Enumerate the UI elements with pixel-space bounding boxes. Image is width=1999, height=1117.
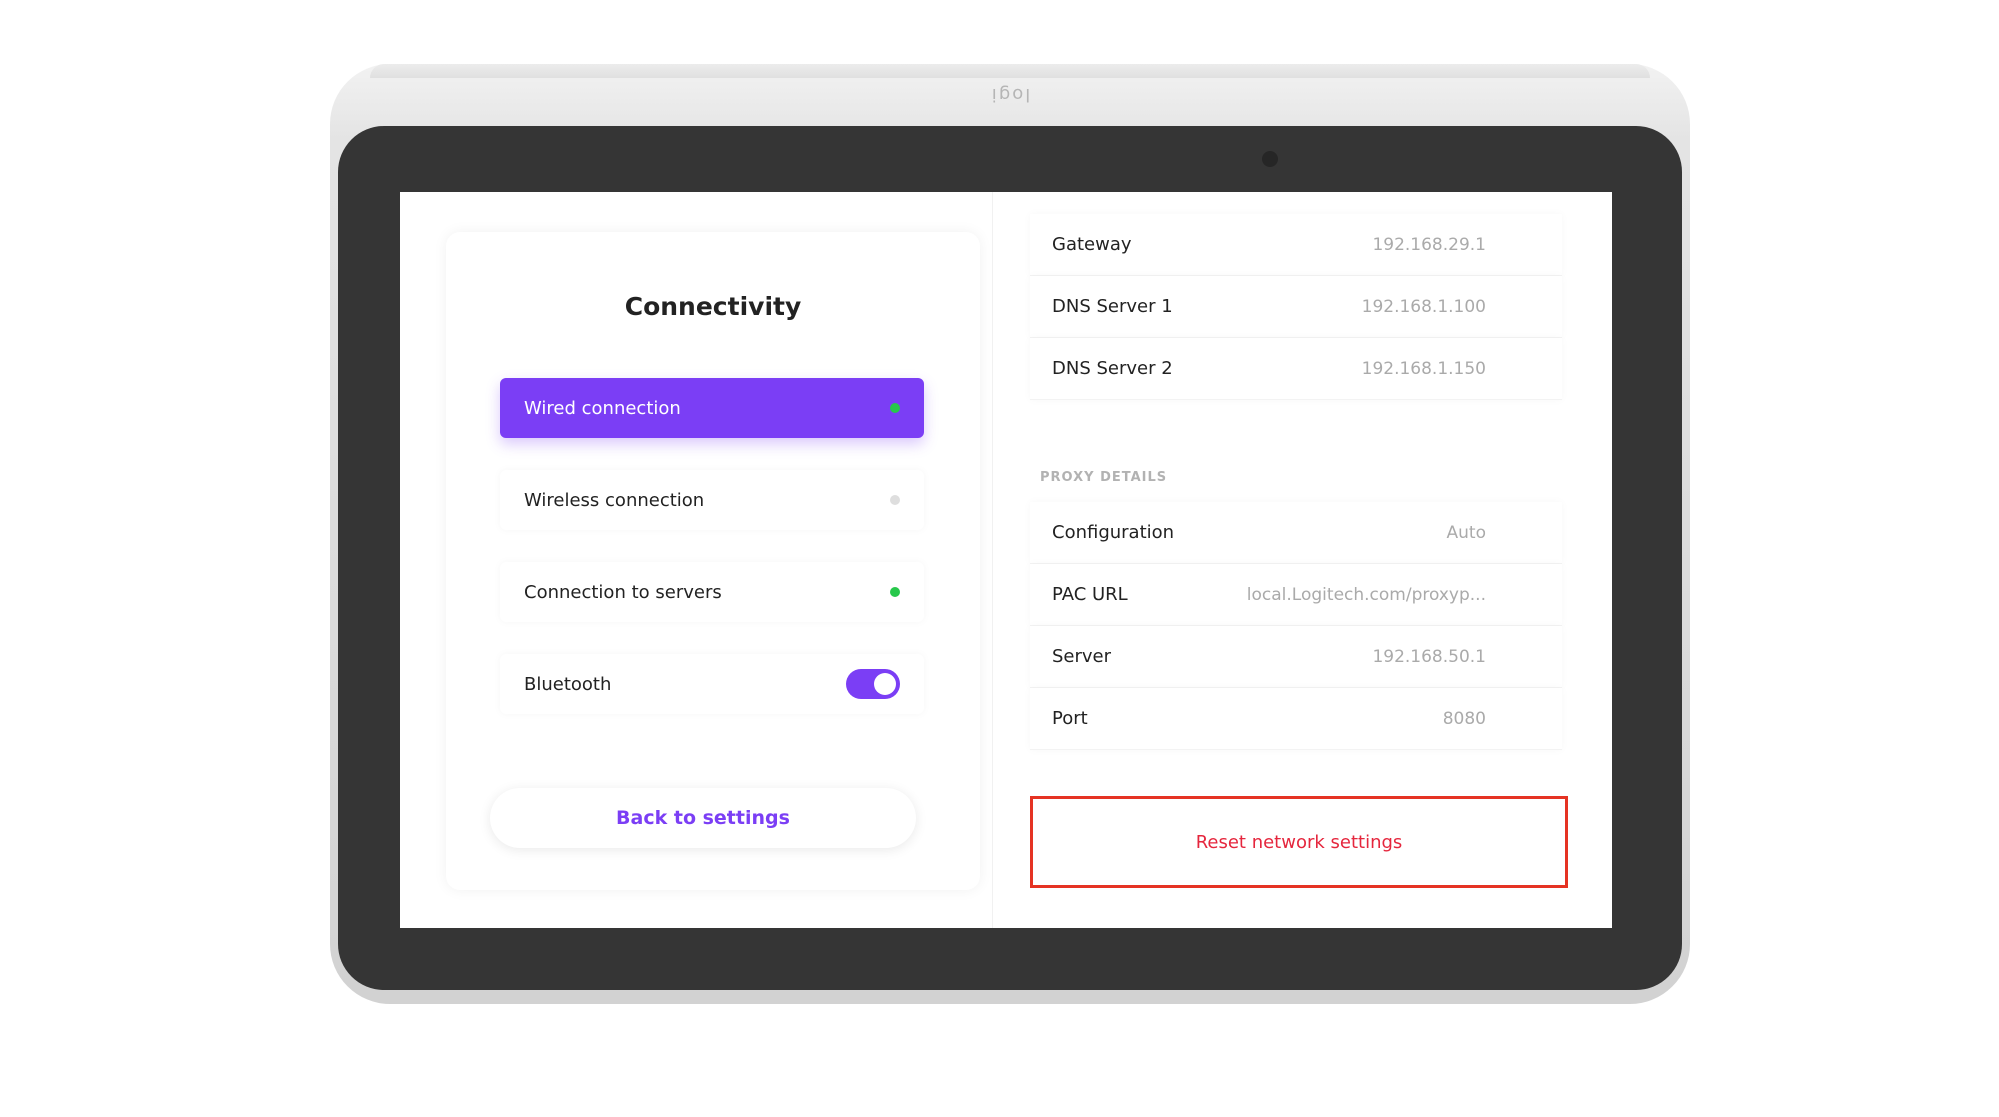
row-server: Server 192.168.50.1: [1030, 626, 1562, 688]
device-frame: logi Connectivity Wired connection Wirel…: [330, 64, 1690, 1004]
row-dns-server-2: DNS Server 2 192.168.1.150: [1030, 338, 1562, 400]
status-dot-icon: [890, 495, 900, 505]
section-label-proxy-details: PROXY DETAILS: [1040, 470, 1168, 485]
reset-network-settings-label: Reset network settings: [1195, 831, 1403, 853]
bluetooth-toggle[interactable]: [846, 669, 900, 699]
menu-item-label: Bluetooth: [524, 673, 612, 695]
row-value: 192.168.1.150: [1361, 358, 1486, 379]
menu-item-label: Wireless connection: [524, 489, 705, 511]
toggle-knob: [874, 673, 896, 695]
menu-item-bluetooth: Bluetooth: [500, 654, 924, 714]
row-pac-url: PAC URL local.Logitech.com/proxyp...: [1030, 564, 1562, 626]
panel-divider: [992, 192, 993, 928]
row-label: DNS Server 1: [1052, 296, 1173, 317]
row-value: 192.168.29.1: [1372, 234, 1486, 255]
page-title: Connectivity: [624, 292, 802, 321]
row-label: Server: [1052, 646, 1112, 667]
row-label: DNS Server 2: [1052, 358, 1173, 379]
row-dns-server-1: DNS Server 1 192.168.1.100: [1030, 276, 1562, 338]
row-label: Port: [1052, 708, 1088, 729]
device-screen: Connectivity Wired connection Wireless c…: [400, 192, 1612, 928]
menu-item-wired-connection[interactable]: Wired connection: [500, 378, 924, 438]
row-label: Configuration: [1052, 522, 1175, 543]
screen-bezel: Connectivity Wired connection Wireless c…: [338, 126, 1682, 990]
row-value: 192.168.1.100: [1361, 296, 1486, 317]
status-dot-icon: [890, 587, 900, 597]
row-gateway: Gateway 192.168.29.1: [1030, 214, 1562, 276]
row-label: PAC URL: [1052, 584, 1128, 605]
device-top-edge: [370, 64, 1650, 78]
camera-icon: [1262, 151, 1278, 167]
menu-item-wireless-connection[interactable]: Wireless connection: [500, 470, 924, 530]
row-value: 192.168.50.1: [1372, 646, 1486, 667]
menu-item-label: Connection to servers: [524, 581, 722, 603]
back-to-settings-button[interactable]: Back to settings: [490, 788, 916, 848]
logi-logo: logi: [989, 84, 1031, 105]
row-port: Port 8080: [1030, 688, 1562, 750]
row-value: Auto: [1446, 522, 1486, 543]
menu-item-connection-to-servers[interactable]: Connection to servers: [500, 562, 924, 622]
row-value: 8080: [1442, 708, 1486, 729]
network-details-panel: Gateway 192.168.29.1 DNS Server 1 192.16…: [1000, 192, 1612, 928]
connectivity-card: Connectivity Wired connection Wireless c…: [446, 232, 980, 890]
row-configuration: Configuration Auto: [1030, 502, 1562, 564]
status-dot-icon: [890, 403, 900, 413]
reset-network-settings-button[interactable]: Reset network settings: [1030, 796, 1568, 888]
menu-item-label: Wired connection: [524, 397, 681, 419]
row-value: local.Logitech.com/proxyp...: [1246, 584, 1486, 605]
row-label: Gateway: [1052, 234, 1132, 255]
